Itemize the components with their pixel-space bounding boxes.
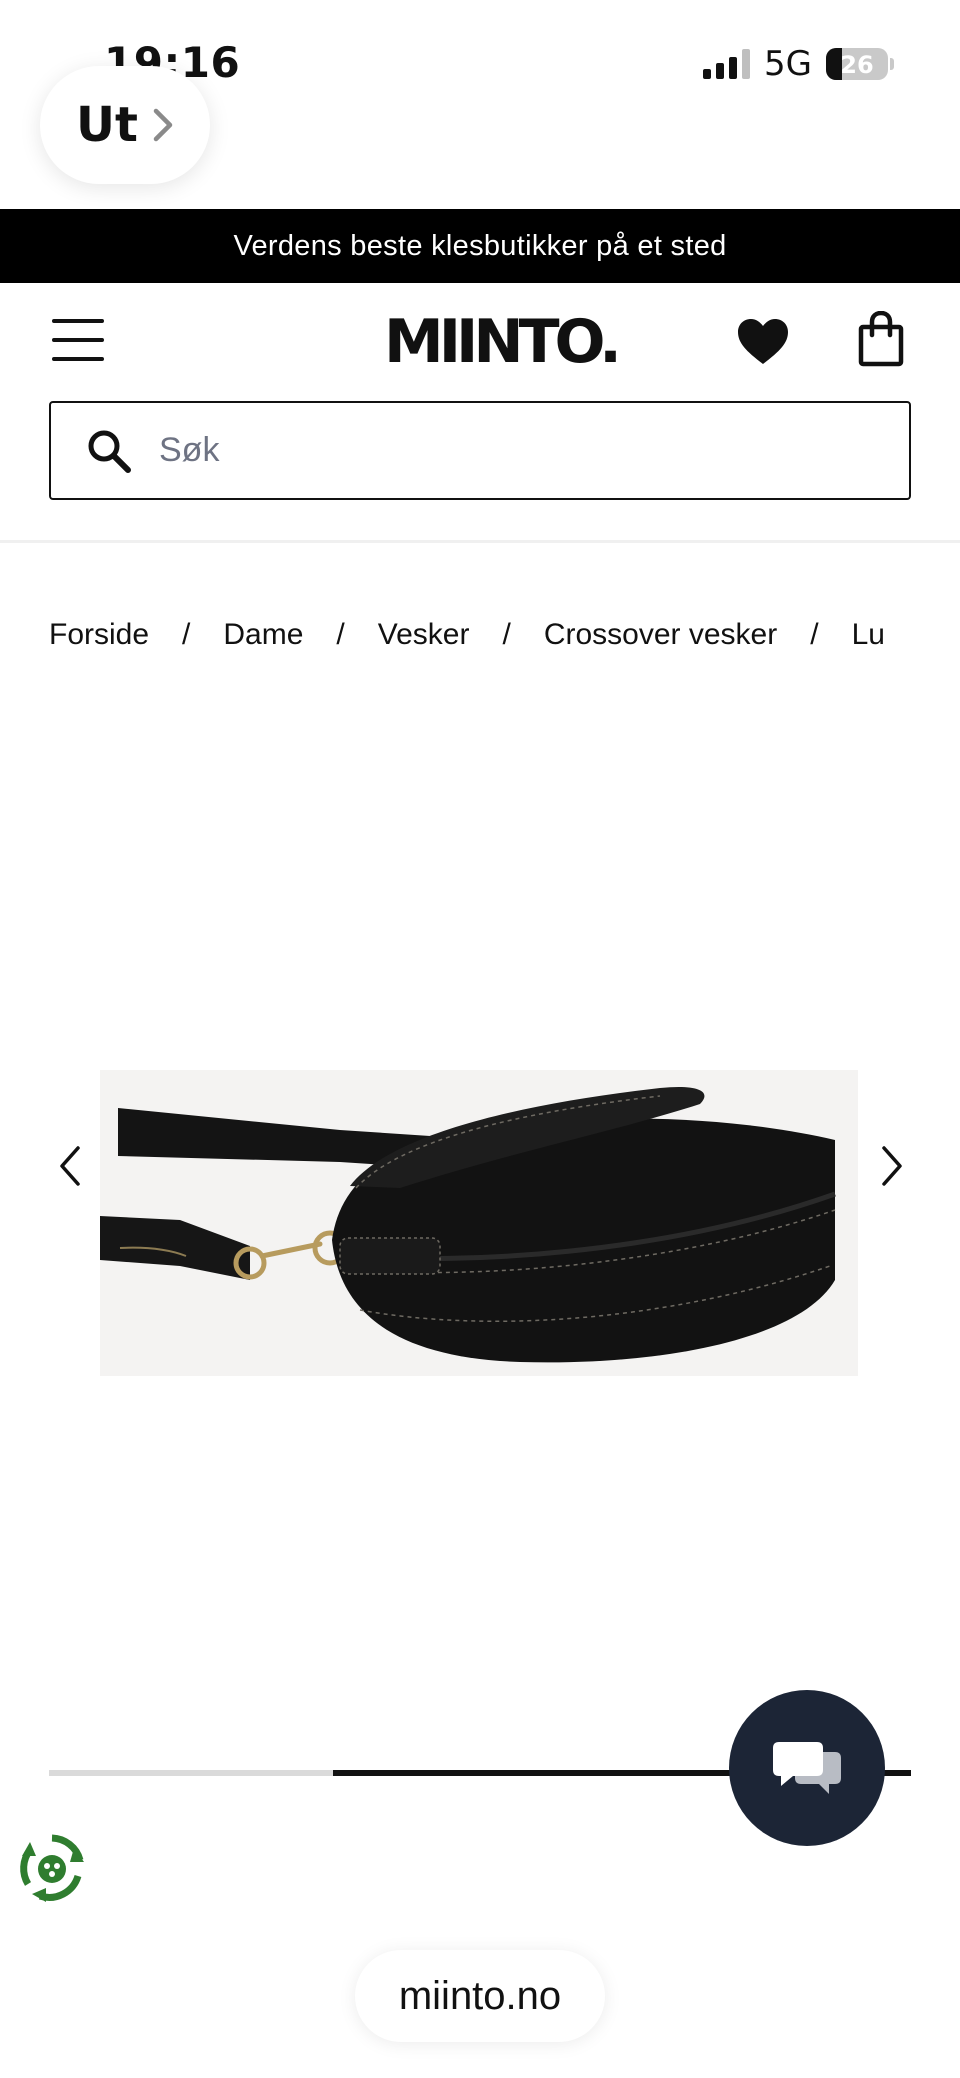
battery-icon: 26 (826, 48, 888, 80)
breadcrumb-separator: / (182, 618, 191, 651)
network-label: 5G (764, 44, 812, 84)
chevron-right-icon[interactable] (872, 1136, 912, 1196)
chevron-right-icon (153, 108, 173, 142)
chat-button[interactable] (729, 1690, 885, 1846)
status-indicators: 5G 26 (703, 44, 894, 84)
announcement-bar: Verdens beste klesbutikker på et sted (0, 209, 960, 283)
search-input[interactable] (159, 431, 859, 470)
breadcrumb-item[interactable]: Vesker (378, 618, 470, 652)
shopping-bag-icon[interactable] (858, 311, 904, 367)
breadcrumb: Forside / Dame / Vesker / Crossover vesker / Lu (49, 618, 911, 658)
battery-cap (890, 58, 894, 70)
hamburger-menu-icon[interactable] (52, 319, 104, 361)
url-bar[interactable]: miinto.no (355, 1950, 605, 2042)
signal-icon (703, 49, 751, 79)
url-text: miinto.no (398, 1973, 562, 2018)
back-label: Ut (76, 97, 138, 153)
breadcrumb-separator: / (502, 618, 511, 651)
heart-icon[interactable] (736, 317, 790, 367)
breadcrumb-item[interactable]: Forside (49, 618, 149, 652)
recycle-badge-icon[interactable] (16, 1832, 88, 1904)
breadcrumb-item[interactable]: Dame (223, 618, 303, 652)
breadcrumb-item[interactable]: Lu (852, 618, 885, 652)
chat-bubbles-icon (773, 1742, 841, 1794)
announcement-text: Verdens beste klesbutikker på et sted (233, 229, 727, 262)
battery-level: 26 (840, 51, 874, 79)
site-logo[interactable]: MIINTO. (384, 307, 622, 377)
breadcrumb-separator: / (810, 618, 819, 651)
chevron-left-icon[interactable] (50, 1136, 90, 1196)
search-bar[interactable] (49, 401, 911, 500)
product-image[interactable] (100, 1070, 858, 1376)
back-button[interactable]: Ut (40, 66, 210, 184)
header-divider (0, 540, 960, 543)
site-header: MIINTO. (0, 283, 960, 401)
search-icon (88, 430, 131, 473)
breadcrumb-separator: / (336, 618, 345, 651)
breadcrumb-item[interactable]: Crossover vesker (544, 618, 777, 652)
product-gallery (0, 1060, 960, 1380)
